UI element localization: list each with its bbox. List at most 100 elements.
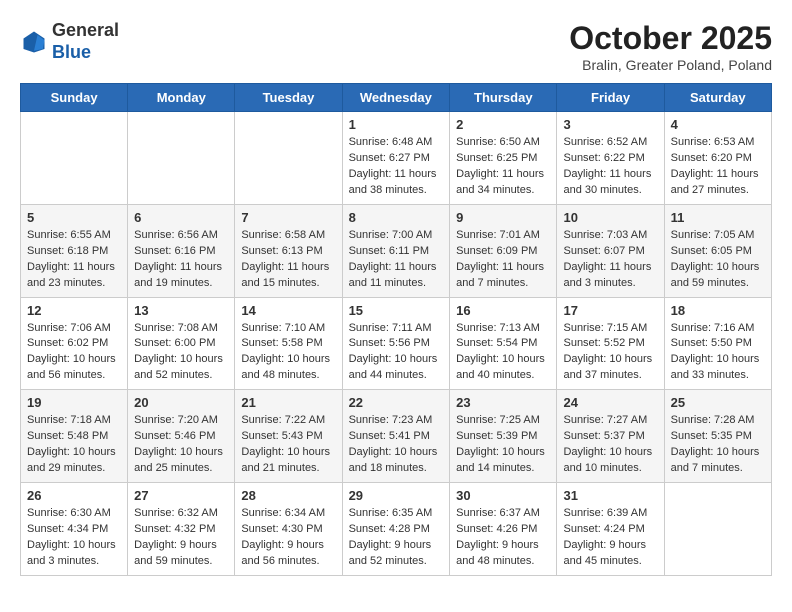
cell-content: Sunrise: 6:52 AM Sunset: 6:22 PM Dayligh…	[563, 135, 657, 199]
cell-content: Sunrise: 7:00 AM Sunset: 6:11 PM Dayligh…	[349, 228, 444, 292]
calendar-table: SundayMondayTuesdayWednesdayThursdayFrid…	[20, 83, 772, 576]
calendar-cell: 19Sunrise: 7:18 AM Sunset: 5:48 PM Dayli…	[21, 390, 128, 483]
day-number: 24	[563, 395, 657, 410]
day-number: 2	[456, 117, 550, 132]
title-block: October 2025 Bralin, Greater Poland, Pol…	[569, 20, 772, 73]
day-number: 4	[671, 117, 765, 132]
calendar-cell: 7 Sunrise: 6:58 AM Sunset: 6:13 PM Daylig…	[235, 204, 342, 297]
calendar-cell: 3Sunrise: 6:52 AM Sunset: 6:22 PM Daylig…	[557, 112, 664, 205]
day-number: 8	[349, 210, 444, 225]
day-number: 7	[241, 210, 335, 225]
cell-content: Sunrise: 6:53 AM Sunset: 6:20 PM Dayligh…	[671, 135, 765, 199]
day-number: 5	[27, 210, 121, 225]
day-header-sunday: Sunday	[21, 84, 128, 112]
week-row-5: 26 Sunrise: 6:30 AM Sunset: 4:34 PM Dayli…	[21, 483, 772, 576]
cell-content: Sunrise: 6:55 AM Sunset: 6:18 PM Dayligh…	[27, 228, 121, 292]
cell-content: Sunrise: 6:35 AM Sunset: 4:28 PM Dayligh…	[349, 506, 444, 570]
day-number: 13	[134, 303, 228, 318]
day-header-saturday: Saturday	[664, 84, 771, 112]
calendar-cell: 22 Sunrise: 7:23 AM Sunset: 5:41 PM Dayli…	[342, 390, 450, 483]
day-header-row: SundayMondayTuesdayWednesdayThursdayFrid…	[21, 84, 772, 112]
calendar-cell: 21 Sunrise: 7:22 AM Sunset: 5:43 PM Dayli…	[235, 390, 342, 483]
calendar-cell: 29 Sunrise: 6:35 AM Sunset: 4:28 PM Dayli…	[342, 483, 450, 576]
calendar-cell: 26 Sunrise: 6:30 AM Sunset: 4:34 PM Dayli…	[21, 483, 128, 576]
day-number: 31	[563, 488, 657, 503]
cell-content: Sunrise: 6:58 AM Sunset: 6:13 PM Dayligh…	[241, 228, 335, 292]
calendar-cell: 1 Sunrise: 6:48 AM Sunset: 6:27 PM Daylig…	[342, 112, 450, 205]
calendar-cell: 31 Sunrise: 6:39 AM Sunset: 4:24 PM Dayli…	[557, 483, 664, 576]
calendar-cell: 30 Sunrise: 6:37 AM Sunset: 4:26 PM Dayli…	[450, 483, 557, 576]
cell-content: Sunrise: 7:18 AM Sunset: 5:48 PM Dayligh…	[27, 413, 121, 477]
day-number: 25	[671, 395, 765, 410]
day-number: 15	[349, 303, 444, 318]
cell-content: Sunrise: 7:06 AM Sunset: 6:02 PM Dayligh…	[27, 321, 121, 385]
location: Bralin, Greater Poland, Poland	[569, 57, 772, 73]
cell-content: Sunrise: 6:56 AM Sunset: 6:16 PM Dayligh…	[134, 228, 228, 292]
month-year: October 2025	[569, 20, 772, 57]
calendar-cell: 20Sunrise: 7:20 AM Sunset: 5:46 PM Dayli…	[128, 390, 235, 483]
day-number: 10	[563, 210, 657, 225]
day-number: 18	[671, 303, 765, 318]
day-number: 17	[563, 303, 657, 318]
cell-content: Sunrise: 7:08 AM Sunset: 6:00 PM Dayligh…	[134, 321, 228, 385]
calendar-cell: 11 Sunrise: 7:05 AM Sunset: 6:05 PM Dayli…	[664, 204, 771, 297]
day-number: 21	[241, 395, 335, 410]
day-number: 22	[349, 395, 444, 410]
cell-content: Sunrise: 6:39 AM Sunset: 4:24 PM Dayligh…	[563, 506, 657, 570]
logo-text: General Blue	[52, 20, 119, 63]
calendar-cell: 27Sunrise: 6:32 AM Sunset: 4:32 PM Dayli…	[128, 483, 235, 576]
calendar-cell: 24 Sunrise: 7:27 AM Sunset: 5:37 PM Dayli…	[557, 390, 664, 483]
day-number: 11	[671, 210, 765, 225]
calendar-cell: 2 Sunrise: 6:50 AM Sunset: 6:25 PM Daylig…	[450, 112, 557, 205]
day-number: 14	[241, 303, 335, 318]
calendar-cell: 28 Sunrise: 6:34 AM Sunset: 4:30 PM Dayli…	[235, 483, 342, 576]
day-number: 1	[349, 117, 444, 132]
calendar-cell: 10 Sunrise: 7:03 AM Sunset: 6:07 PM Dayli…	[557, 204, 664, 297]
calendar-cell	[128, 112, 235, 205]
calendar-cell: 8 Sunrise: 7:00 AM Sunset: 6:11 PM Daylig…	[342, 204, 450, 297]
calendar-cell: 9 Sunrise: 7:01 AM Sunset: 6:09 PM Daylig…	[450, 204, 557, 297]
day-number: 9	[456, 210, 550, 225]
calendar-cell: 15 Sunrise: 7:11 AM Sunset: 5:56 PM Dayli…	[342, 297, 450, 390]
calendar-cell: 12 Sunrise: 7:06 AM Sunset: 6:02 PM Dayli…	[21, 297, 128, 390]
calendar-cell: 17 Sunrise: 7:15 AM Sunset: 5:52 PM Dayli…	[557, 297, 664, 390]
cell-content: Sunrise: 7:22 AM Sunset: 5:43 PM Dayligh…	[241, 413, 335, 477]
day-number: 6	[134, 210, 228, 225]
cell-content: Sunrise: 7:20 AM Sunset: 5:46 PM Dayligh…	[134, 413, 228, 477]
week-row-4: 19Sunrise: 7:18 AM Sunset: 5:48 PM Dayli…	[21, 390, 772, 483]
day-number: 26	[27, 488, 121, 503]
cell-content: Sunrise: 6:30 AM Sunset: 4:34 PM Dayligh…	[27, 506, 121, 570]
cell-content: Sunrise: 7:16 AM Sunset: 5:50 PM Dayligh…	[671, 321, 765, 385]
cell-content: Sunrise: 7:10 AM Sunset: 5:58 PM Dayligh…	[241, 321, 335, 385]
cell-content: Sunrise: 6:37 AM Sunset: 4:26 PM Dayligh…	[456, 506, 550, 570]
cell-content: Sunrise: 6:48 AM Sunset: 6:27 PM Dayligh…	[349, 135, 444, 199]
cell-content: Sunrise: 6:50 AM Sunset: 6:25 PM Dayligh…	[456, 135, 550, 199]
cell-content: Sunrise: 7:27 AM Sunset: 5:37 PM Dayligh…	[563, 413, 657, 477]
cell-content: Sunrise: 7:11 AM Sunset: 5:56 PM Dayligh…	[349, 321, 444, 385]
cell-content: Sunrise: 7:28 AM Sunset: 5:35 PM Dayligh…	[671, 413, 765, 477]
calendar-cell	[235, 112, 342, 205]
day-number: 28	[241, 488, 335, 503]
day-number: 29	[349, 488, 444, 503]
week-row-3: 12 Sunrise: 7:06 AM Sunset: 6:02 PM Dayli…	[21, 297, 772, 390]
cell-content: Sunrise: 7:05 AM Sunset: 6:05 PM Dayligh…	[671, 228, 765, 292]
day-header-friday: Friday	[557, 84, 664, 112]
day-header-wednesday: Wednesday	[342, 84, 450, 112]
calendar-cell: 23 Sunrise: 7:25 AM Sunset: 5:39 PM Dayli…	[450, 390, 557, 483]
day-number: 23	[456, 395, 550, 410]
cell-content: Sunrise: 7:15 AM Sunset: 5:52 PM Dayligh…	[563, 321, 657, 385]
day-header-tuesday: Tuesday	[235, 84, 342, 112]
day-number: 16	[456, 303, 550, 318]
cell-content: Sunrise: 6:34 AM Sunset: 4:30 PM Dayligh…	[241, 506, 335, 570]
cell-content: Sunrise: 7:25 AM Sunset: 5:39 PM Dayligh…	[456, 413, 550, 477]
day-number: 12	[27, 303, 121, 318]
cell-content: Sunrise: 7:23 AM Sunset: 5:41 PM Dayligh…	[349, 413, 444, 477]
cell-content: Sunrise: 7:03 AM Sunset: 6:07 PM Dayligh…	[563, 228, 657, 292]
calendar-cell: 18 Sunrise: 7:16 AM Sunset: 5:50 PM Dayli…	[664, 297, 771, 390]
calendar-cell: 6 Sunrise: 6:56 AM Sunset: 6:16 PM Daylig…	[128, 204, 235, 297]
logo-icon	[20, 28, 48, 56]
calendar-cell: 4 Sunrise: 6:53 AM Sunset: 6:20 PM Daylig…	[664, 112, 771, 205]
day-number: 30	[456, 488, 550, 503]
cell-content: Sunrise: 7:01 AM Sunset: 6:09 PM Dayligh…	[456, 228, 550, 292]
calendar-cell: 16Sunrise: 7:13 AM Sunset: 5:54 PM Dayli…	[450, 297, 557, 390]
